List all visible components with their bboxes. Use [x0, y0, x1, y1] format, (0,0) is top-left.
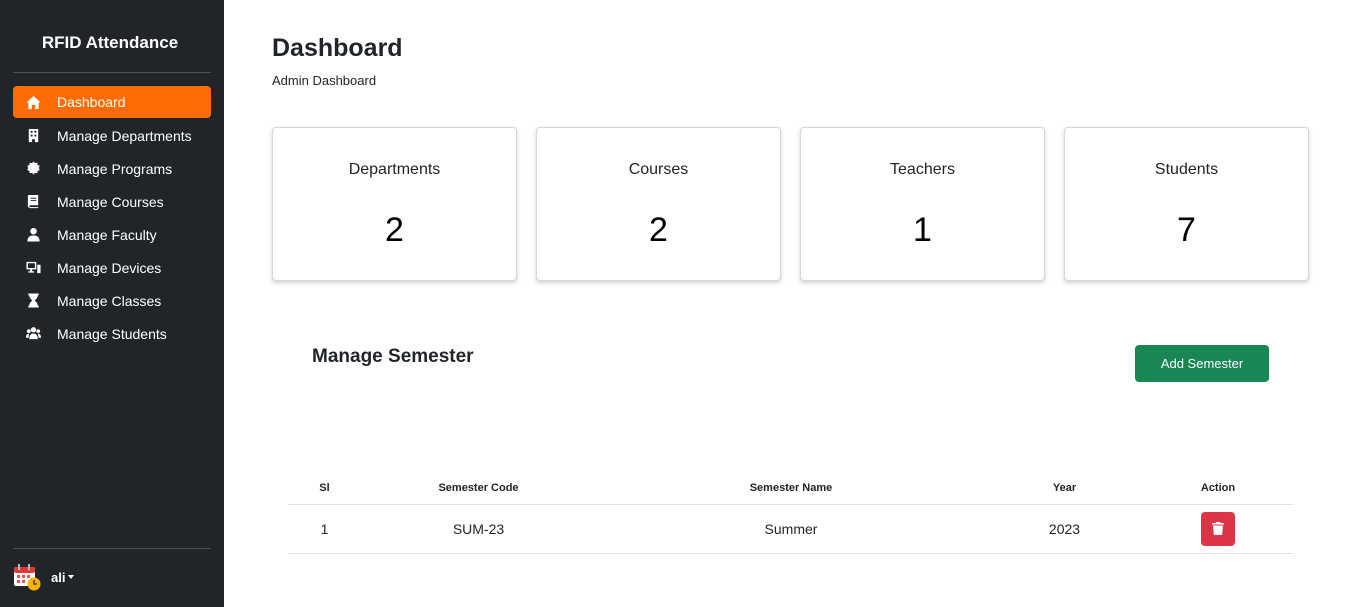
users-icon: [25, 326, 41, 342]
stat-label: Departments: [348, 161, 441, 178]
building-icon: [25, 128, 41, 144]
cell-sl: 1: [288, 504, 361, 554]
home-icon: [25, 94, 41, 110]
add-semester-button[interactable]: Add Semester: [1135, 345, 1269, 382]
stat-value: 1: [913, 211, 932, 249]
column-header-action: Action: [1143, 473, 1293, 505]
sidebar-item-classes[interactable]: Manage Classes: [13, 284, 211, 317]
stat-label: Students: [1154, 161, 1219, 178]
stat-value: 2: [385, 211, 404, 249]
caret-down-icon: [68, 575, 75, 579]
sidebar-item-label: Dashboard: [57, 94, 126, 110]
stat-card-teachers: Teachers 1: [800, 127, 1045, 281]
user-name: ali: [51, 569, 66, 585]
table-header-row: Sl Semester Code Semester Name Year Acti…: [288, 473, 1293, 505]
page-subtitle: Admin Dashboard: [272, 73, 377, 88]
cell-code: SUM-23: [361, 504, 596, 554]
devices-icon: [25, 260, 41, 276]
user-menu[interactable]: ali: [13, 563, 75, 591]
table-row: 1 SUM-23 Summer 2023: [288, 504, 1293, 554]
sidebar-item-label: Manage Faculty: [57, 226, 157, 243]
user-icon: [25, 227, 41, 243]
book-icon: [25, 194, 41, 210]
column-header-code: Semester Code: [361, 473, 596, 505]
stat-label: Courses: [628, 161, 689, 178]
sidebar-divider: [13, 548, 211, 549]
hourglass-icon: [25, 293, 41, 309]
stat-card-students: Students 7: [1064, 127, 1309, 281]
trash-icon: [1212, 522, 1224, 535]
stat-value: 7: [1177, 211, 1196, 249]
stat-label: Teachers: [890, 161, 955, 178]
column-header-sl: Sl: [288, 473, 361, 505]
stat-value: 2: [649, 211, 668, 249]
sidebar-item-label: Manage Courses: [57, 193, 164, 210]
sidebar-item-programs[interactable]: Manage Programs: [13, 152, 211, 185]
delete-button[interactable]: [1201, 511, 1235, 546]
sidebar-item-dashboard[interactable]: Dashboard: [13, 86, 211, 118]
sidebar-item-students[interactable]: Manage Students: [13, 317, 211, 350]
sidebar-nav: Dashboard Manage Departments Manage Prog…: [13, 86, 211, 350]
sidebar-item-departments[interactable]: Manage Departments: [13, 119, 211, 152]
sidebar-item-devices[interactable]: Manage Devices: [13, 251, 211, 284]
sidebar-item-label: Manage Devices: [57, 259, 162, 276]
calendar-avatar-icon: [13, 563, 41, 591]
certificate-icon: [25, 161, 41, 177]
app-brand: RFID Attendance: [41, 33, 179, 52]
sidebar-item-label: Manage Programs: [57, 160, 173, 177]
cell-year: 2023: [986, 504, 1143, 554]
sidebar-item-courses[interactable]: Manage Courses: [13, 185, 211, 218]
column-header-year: Year: [986, 473, 1143, 505]
page-title: Dashboard: [272, 34, 403, 62]
sidebar: RFID Attendance Dashboard Manage Departm…: [0, 0, 224, 607]
sidebar-item-faculty[interactable]: Manage Faculty: [13, 218, 211, 251]
semester-table: Sl Semester Code Semester Name Year Acti…: [288, 473, 1293, 554]
column-header-name: Semester Name: [596, 473, 986, 505]
section-title: Manage Semester: [312, 346, 474, 367]
sidebar-item-label: Manage Students: [57, 325, 167, 342]
cell-name: Summer: [596, 504, 986, 554]
sidebar-item-label: Manage Departments: [57, 127, 192, 144]
sidebar-divider: [13, 72, 211, 73]
stat-card-courses: Courses 2: [536, 127, 781, 281]
sidebar-item-label: Manage Classes: [57, 292, 162, 309]
cell-action: [1143, 504, 1293, 554]
stat-card-departments: Departments 2: [272, 127, 517, 281]
